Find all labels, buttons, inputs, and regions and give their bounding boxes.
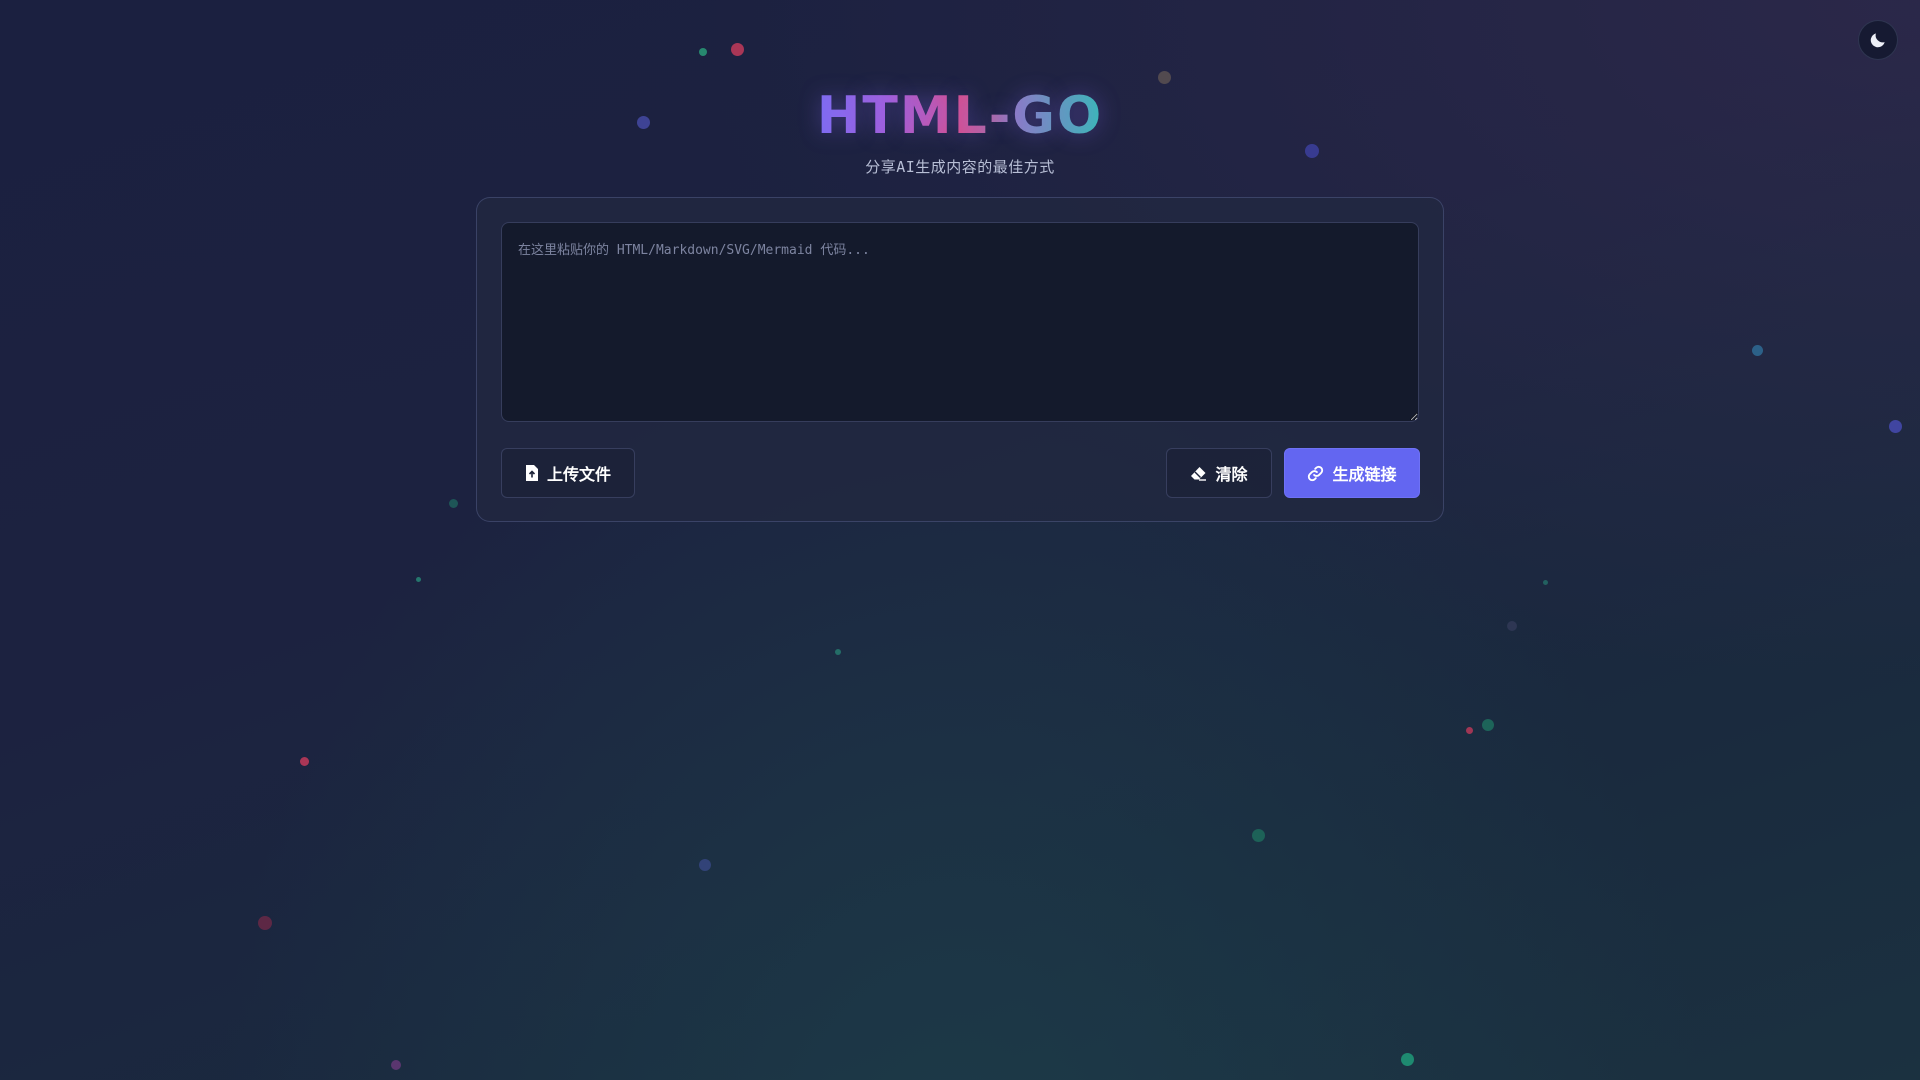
generate-link-button[interactable]: 生成链接 [1284, 448, 1420, 498]
particle [835, 649, 841, 655]
app-subtitle: 分享AI生成内容的最佳方式 [865, 158, 1055, 176]
file-upload-icon [525, 465, 539, 481]
header: HTML-GO 分享AI生成内容的最佳方式 [0, 84, 1920, 177]
theme-toggle-button[interactable] [1858, 20, 1898, 60]
app-logo: HTML-GO [816, 86, 1104, 146]
particle [1543, 580, 1548, 585]
particle [1158, 71, 1171, 84]
link-icon [1307, 465, 1324, 482]
clear-label: 清除 [1215, 465, 1248, 484]
particle [258, 916, 272, 930]
clear-button[interactable]: 清除 [1166, 448, 1272, 498]
upload-file-label: 上传文件 [546, 465, 611, 484]
particle [1889, 420, 1902, 433]
particle [391, 1060, 401, 1070]
eraser-icon [1190, 466, 1207, 481]
particle [1482, 719, 1494, 731]
code-input[interactable] [501, 222, 1419, 422]
moon-icon [1868, 30, 1888, 50]
particle [1252, 829, 1265, 842]
particle [1401, 1053, 1414, 1066]
particle [699, 48, 707, 56]
particle [731, 43, 744, 56]
particle [1507, 621, 1517, 631]
particle [416, 577, 421, 582]
upload-file-button[interactable]: 上传文件 [501, 448, 635, 498]
particle [1752, 345, 1763, 356]
particle [300, 757, 309, 766]
generate-link-label: 生成链接 [1332, 465, 1397, 484]
particle [699, 859, 711, 871]
particle [1466, 727, 1473, 734]
particle [449, 499, 458, 508]
editor-panel: 上传文件 清除 生成链接 [476, 197, 1444, 522]
